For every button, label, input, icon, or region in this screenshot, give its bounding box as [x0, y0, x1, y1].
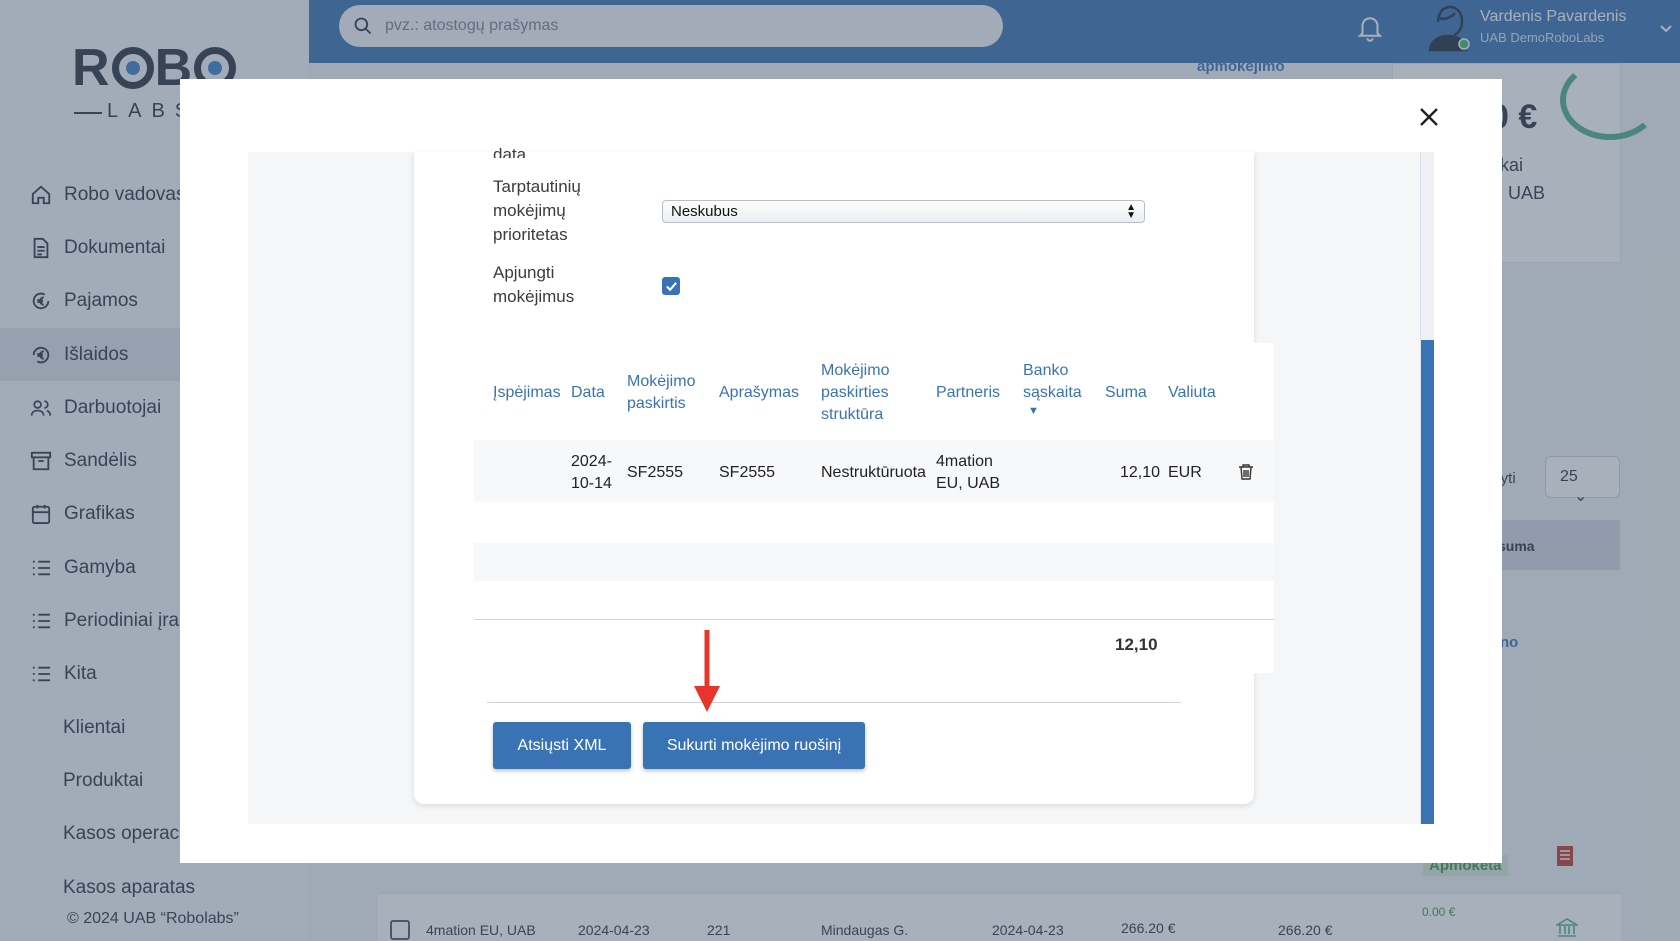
merge-payments-checkbox[interactable] — [662, 277, 680, 295]
table-divider — [474, 619, 1274, 620]
cell-description: SF2555 — [719, 464, 776, 481]
sort-down-icon: ▼ — [1028, 405, 1039, 417]
cell-sum: 12,10 — [1120, 464, 1161, 481]
column-header-date[interactable]: Data — [571, 382, 605, 404]
table-row-empty — [474, 543, 1274, 581]
cell-purpose: SF2555 — [627, 464, 684, 481]
close-icon — [1420, 108, 1438, 126]
buttons-divider — [487, 702, 1181, 703]
merge-payments-label: Apjungti mokėjimus — [493, 263, 575, 306]
cell-partner: 4mation EU, UAB — [936, 453, 1001, 492]
close-button[interactable] — [1414, 102, 1444, 132]
annotation-arrow-icon — [694, 630, 720, 712]
select-arrows-icon: ▲ ▼ — [1126, 201, 1136, 221]
create-payment-button[interactable]: Sukurti mokėjimo ruošinį — [643, 722, 865, 769]
column-header-structure[interactable]: Mokėjimo paskirties struktūra — [821, 360, 889, 426]
table-total: 12,10 — [1115, 635, 1158, 654]
column-header-purpose[interactable]: Mokėjimo paskirtis — [627, 371, 695, 415]
priority-label: Tarptautinių mokėjimų prioritetas — [493, 177, 581, 244]
column-header-partner[interactable]: Partneris — [936, 382, 1000, 404]
trash-icon[interactable] — [1238, 463, 1254, 481]
cell-currency: EUR — [1168, 464, 1202, 481]
column-header-sum[interactable]: Suma — [1105, 382, 1147, 404]
cell-date: 2024- 10-14 — [571, 453, 612, 492]
column-header-warning[interactable]: Įspėjimas — [493, 382, 561, 404]
priority-select[interactable]: Neskubus ▲ ▼ — [662, 200, 1145, 223]
cell-structure: Nestruktūruota — [821, 464, 926, 481]
column-header-bank-account[interactable]: Banko sąskaita ▼ — [1023, 360, 1082, 418]
checkmark-icon — [665, 281, 677, 291]
column-header-description[interactable]: Aprašymas — [719, 382, 799, 404]
form-label-cut: data — [493, 145, 527, 158]
download-xml-button[interactable]: Atsiųsti XML — [493, 722, 631, 769]
column-header-currency[interactable]: Valiuta — [1168, 382, 1216, 404]
scrollbar-thumb[interactable] — [1421, 340, 1434, 824]
